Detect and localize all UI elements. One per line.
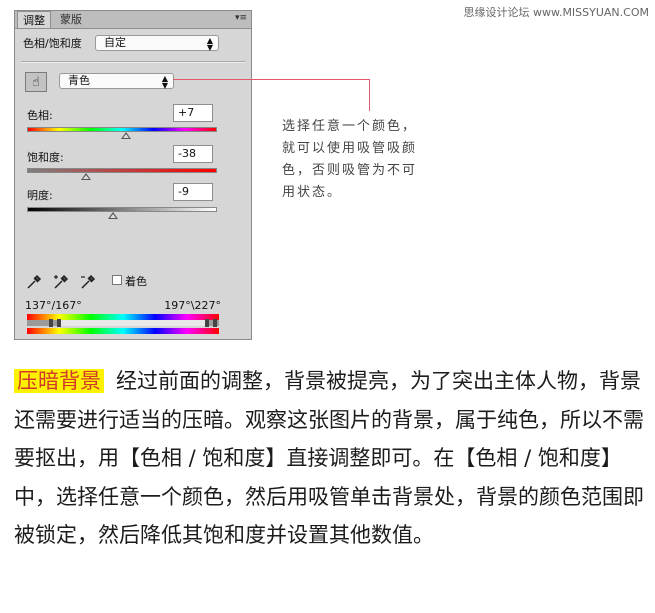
preset-select[interactable]: 自定 ▲ ▼ (95, 35, 219, 52)
colorize-label: 着色 (125, 275, 147, 288)
preset-label: 色相/饱和度 (23, 37, 82, 50)
range-handle-left-outer[interactable] (49, 319, 53, 327)
range-handle-right-outer[interactable] (213, 319, 217, 327)
callout-line (173, 79, 369, 80)
annotation-line: 用状态。 (282, 185, 343, 200)
article-body: 经过前面的调整，背景被提亮，为了突出主体人物，背景还需要进行适当的压暗。观察这张… (14, 369, 644, 547)
targeted-adjustment-hand-icon[interactable]: ☝ (25, 72, 47, 92)
range-handle-left-inner[interactable] (57, 319, 61, 327)
updown-arrows-icon: ▲ ▼ (161, 74, 168, 90)
range-handle-right-inner[interactable] (205, 319, 209, 327)
saturation-label: 饱和度: (27, 151, 64, 164)
hue-input[interactable]: +7 (173, 104, 213, 122)
annotation-line: 色，否则吸管为不可 (282, 163, 418, 178)
preset-value: 自定 (104, 36, 126, 49)
lightness-input[interactable]: -9 (173, 183, 213, 201)
tab-adjustments[interactable]: 调整 (17, 11, 51, 28)
channel-value: 青色 (68, 74, 90, 87)
color-range-selection (57, 320, 207, 326)
hue-label: 色相: (27, 109, 53, 122)
article-paragraph: 压暗背景 经过前面的调整，背景被提亮，为了突出主体人物，背景还需要进行适当的压暗。… (14, 362, 654, 555)
lightness-slider-track[interactable] (27, 207, 217, 212)
range-right-readout: 197°\227° (164, 299, 221, 312)
saturation-slider-thumb[interactable] (80, 173, 91, 180)
site-watermark: 思缘设计论坛 www.MISSYUAN.COM (463, 6, 649, 19)
saturation-input[interactable]: -38 (173, 145, 213, 163)
hue-saturation-panel: 调整 蒙版 ▾≡ 色相/饱和度 自定 ▲ ▼ ☝ 青色 ▲ ▼ 色相: +7 饱和度… (14, 10, 252, 340)
tab-masks[interactable]: 蒙版 (55, 11, 87, 28)
panel-divider (21, 61, 245, 63)
channel-select[interactable]: 青色 ▲ ▼ (59, 73, 174, 90)
lightness-slider-thumb[interactable] (107, 212, 118, 219)
eyedropper-plus-icon[interactable] (52, 273, 70, 291)
annotation-line: 选择任意一个颜色， (282, 119, 418, 134)
hue-spectrum-bar-bottom (27, 328, 219, 334)
lightness-label: 明度: (27, 189, 53, 202)
saturation-slider-track[interactable] (27, 168, 217, 173)
panel-tabbar: 调整 蒙版 ▾≡ (15, 11, 251, 29)
callout-line-vertical (369, 79, 370, 111)
eyedropper-minus-icon[interactable] (79, 273, 97, 291)
colorize-checkbox[interactable] (112, 275, 122, 285)
eyedropper-icon[interactable] (25, 273, 43, 291)
range-left-readout: 137°/167° (25, 299, 82, 312)
annotation-note: 选择任意一个颜色， 就可以使用吸管吸颜 色，否则吸管为不可 用状态。 (282, 116, 452, 204)
color-range-slider[interactable] (27, 319, 219, 327)
annotation-line: 就可以使用吸管吸颜 (282, 141, 418, 156)
section-heading: 压暗背景 (14, 369, 104, 393)
updown-arrows-icon: ▲ ▼ (206, 36, 213, 52)
hue-slider-thumb[interactable] (120, 132, 131, 139)
panel-menu-icon[interactable]: ▾≡ (235, 13, 247, 23)
